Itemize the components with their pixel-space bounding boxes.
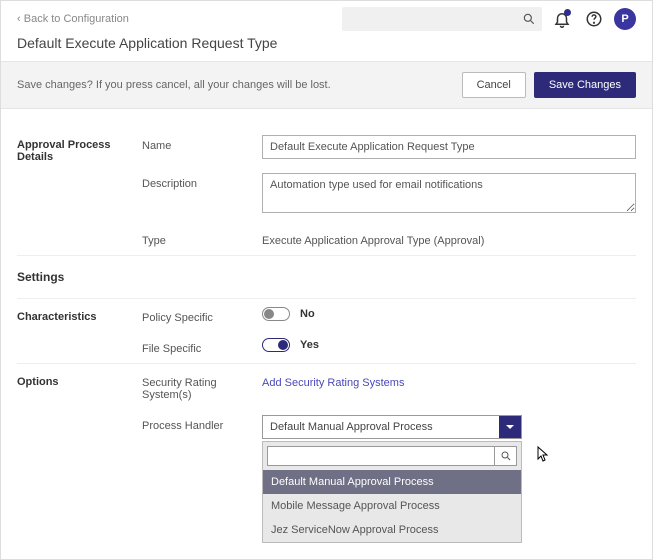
caret-down-icon	[505, 422, 515, 432]
dropdown-option[interactable]: Default Manual Approval Process	[263, 470, 521, 494]
process-handler-dropdown-panel: Default Manual Approval Process Mobile M…	[262, 441, 522, 543]
cursor-icon	[532, 445, 552, 470]
back-link[interactable]: ‹ Back to Configuration	[17, 13, 129, 25]
type-value: Execute Application Approval Type (Appro…	[262, 230, 636, 247]
name-input[interactable]	[262, 135, 636, 159]
file-specific-toggle[interactable]	[262, 338, 290, 352]
description-label: Description	[142, 173, 262, 190]
file-specific-label: File Specific	[142, 338, 262, 355]
process-handler-label: Process Handler	[142, 415, 262, 432]
security-rating-label: Security Rating System(s)	[142, 372, 262, 401]
type-label: Type	[142, 230, 262, 247]
add-security-rating-link[interactable]: Add Security Rating Systems	[262, 372, 404, 389]
save-button[interactable]: Save Changes	[534, 72, 636, 98]
dropdown-toggle-button[interactable]	[499, 416, 521, 438]
notifications-button[interactable]	[550, 7, 574, 31]
search-icon	[522, 12, 536, 26]
section-heading-options: Options	[17, 372, 142, 388]
page-title: Default Execute Application Request Type	[1, 35, 652, 61]
description-textarea[interactable]	[262, 173, 636, 213]
file-specific-value: Yes	[300, 339, 319, 351]
chevron-left-icon: ‹	[17, 13, 21, 25]
search-icon	[500, 450, 512, 462]
notification-dot	[564, 9, 571, 16]
dropdown-search-input[interactable]	[267, 446, 495, 466]
save-changes-bar: Save changes? If you press cancel, all y…	[1, 61, 652, 109]
policy-specific-toggle[interactable]	[262, 307, 290, 321]
global-search-input[interactable]	[342, 7, 542, 31]
policy-specific-label: Policy Specific	[142, 307, 262, 324]
dropdown-search-button[interactable]	[495, 446, 517, 466]
process-handler-selected: Default Manual Approval Process	[263, 416, 499, 438]
policy-specific-value: No	[300, 308, 315, 320]
help-button[interactable]	[582, 7, 606, 31]
dropdown-option[interactable]: Jez ServiceNow Approval Process	[263, 518, 521, 542]
section-heading-settings: Settings	[17, 256, 636, 299]
user-avatar[interactable]: P	[614, 8, 636, 30]
process-handler-dropdown[interactable]: Default Manual Approval Process	[262, 415, 522, 439]
save-bar-message: Save changes? If you press cancel, all y…	[17, 79, 454, 91]
help-icon	[585, 10, 603, 28]
dropdown-option[interactable]: Mobile Message Approval Process	[263, 494, 521, 518]
name-label: Name	[142, 135, 262, 152]
cancel-button[interactable]: Cancel	[462, 72, 526, 98]
section-heading-characteristics: Characteristics	[17, 307, 142, 323]
section-heading-approval: Approval Process Details	[17, 135, 142, 163]
back-link-text: Back to Configuration	[24, 13, 129, 25]
